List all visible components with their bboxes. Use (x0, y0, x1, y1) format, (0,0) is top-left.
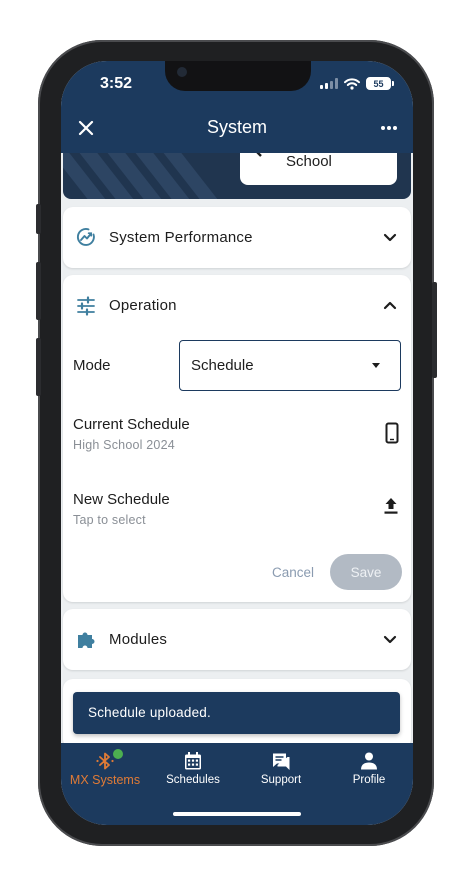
chevron-down-icon[interactable] (383, 635, 397, 645)
status-bar: 3:52 55 (61, 61, 413, 103)
performance-gauge-icon (76, 228, 95, 246)
chevron-up-icon[interactable] (383, 300, 397, 310)
edit-icon (256, 153, 262, 157)
volume-up-button (36, 262, 41, 320)
modules-label: Modules (109, 631, 168, 648)
nav-label-profile: Profile (352, 774, 386, 786)
mute-switch (36, 204, 41, 234)
chat-icon (273, 753, 290, 770)
snackbar: Schedule uploaded. (73, 692, 400, 734)
battery-icon: 55 (366, 77, 394, 90)
operation-label: Operation (109, 297, 177, 314)
school-name: School (286, 153, 332, 170)
phone-device-icon[interactable] (385, 422, 399, 444)
save-button[interactable]: Save (330, 554, 402, 590)
camera-icon (177, 67, 187, 77)
home-indicator[interactable] (173, 812, 301, 816)
scroll-content[interactable]: School System Performance Operation Mode… (61, 153, 413, 743)
calendar-icon (185, 752, 201, 770)
dropdown-caret-icon (372, 363, 380, 368)
status-time: 3:52 (100, 75, 133, 92)
new-schedule-label[interactable]: New Schedule (73, 491, 170, 508)
sliders-icon (77, 296, 95, 316)
nav-item-schedules[interactable]: Schedules (149, 743, 237, 803)
phone-screen: 3:52 55 System School System Performance… (61, 61, 413, 825)
power-button (432, 282, 437, 378)
nav-item-support[interactable]: Support (237, 743, 325, 803)
snackbar-message: Schedule uploaded. (88, 705, 211, 720)
current-schedule-label: Current Schedule (73, 416, 190, 433)
volume-down-button (36, 338, 41, 396)
page-title: System (206, 117, 267, 137)
system-hero-banner: School (63, 153, 411, 199)
chevron-down-icon[interactable] (383, 233, 397, 243)
wifi-icon (344, 77, 360, 90)
school-card: School (240, 153, 397, 185)
current-schedule-value: High School 2024 (73, 438, 175, 452)
nav-item-profile[interactable]: Profile (325, 743, 413, 803)
system-performance-section[interactable]: System Performance (63, 207, 411, 268)
mode-label: Mode (73, 357, 111, 374)
bottom-navigation: MX Systems Schedules Support Profile (61, 743, 413, 825)
operation-section: Operation Mode Schedule Current Schedule… (63, 275, 411, 602)
system-performance-label: System Performance (109, 229, 253, 246)
nav-item-mx-systems[interactable]: MX Systems (61, 743, 149, 803)
cancel-button[interactable]: Cancel (263, 555, 323, 589)
nav-label-mx-systems: MX Systems (69, 773, 141, 787)
upload-icon[interactable] (383, 497, 399, 515)
mode-select[interactable]: Schedule (179, 340, 401, 391)
cellular-signal-icon (320, 78, 338, 89)
puzzle-piece-icon (78, 632, 95, 648)
nav-label-schedules: Schedules (166, 774, 220, 786)
more-options-icon[interactable] (379, 120, 399, 136)
modules-section[interactable]: Modules (63, 609, 411, 670)
bluetooth-icon (96, 752, 114, 770)
nav-label-support: Support (260, 774, 302, 786)
new-schedule-hint[interactable]: Tap to select (73, 513, 146, 527)
status-icons: 55 (320, 77, 394, 90)
dynamic-island (165, 61, 311, 91)
mode-select-value: Schedule (191, 357, 254, 374)
app-header: System (61, 103, 413, 153)
person-icon (361, 752, 377, 770)
connection-status-dot (113, 749, 123, 759)
